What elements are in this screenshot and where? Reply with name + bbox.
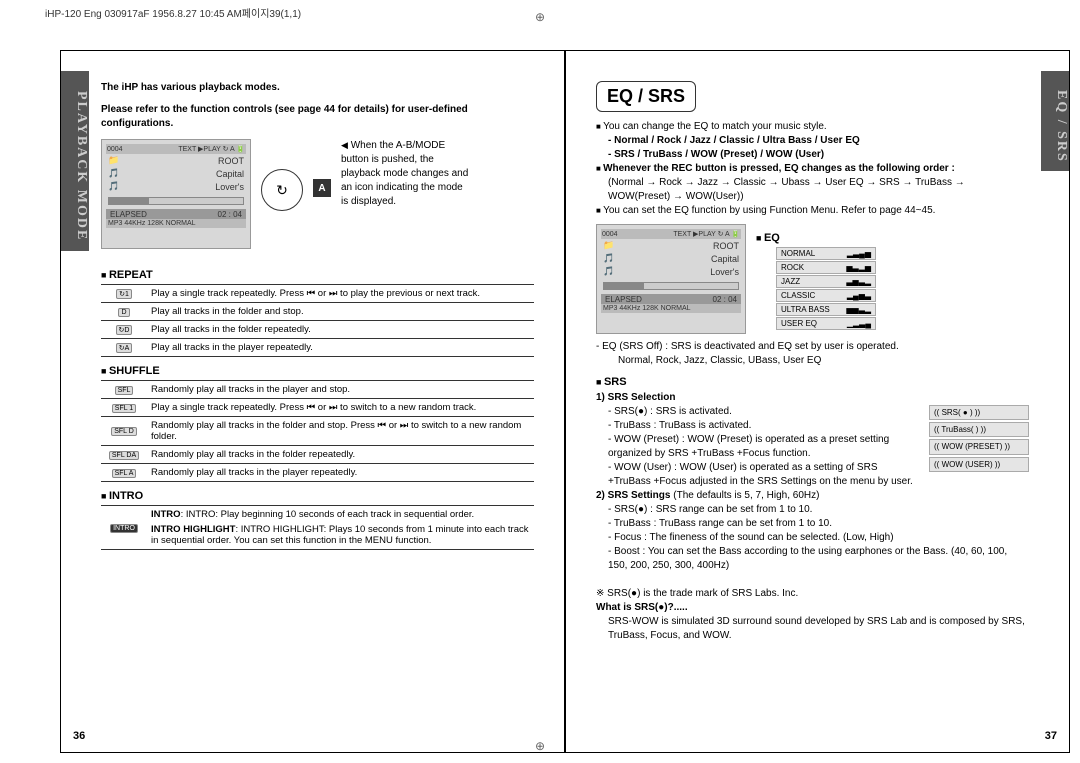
page-number-left: 36 — [73, 730, 85, 742]
table-row: SFL DARandomly play all tracks in the fo… — [101, 446, 534, 464]
mode-dial-icon: ↻ — [261, 169, 303, 211]
page-left: PLAYBACK MODE The iHP has various playba… — [60, 50, 565, 753]
crop-mark-top: ⊕ — [535, 10, 545, 24]
eq-heading: EQ — [756, 232, 1029, 244]
shuffle-heading: SHUFFLE — [101, 365, 534, 377]
eq-off-list: Normal, Rock, Jazz, Classic, UBass, User… — [596, 354, 1029, 368]
document-header-meta: iHP-120 Eng 030917aF 1956.8.27 10:45 AM페… — [45, 5, 301, 20]
bullet-sub: - Normal / Rock / Jazz / Classic / Ultra… — [596, 134, 1029, 148]
shuffle-table: SFLRandomly play all tracks in the playe… — [101, 380, 534, 482]
srs-preset-list: (( SRS( ● ) )) (( TruBass( ) )) (( WOW (… — [929, 405, 1029, 474]
bullet-sub: (Normal → Rock → Jazz → Classic → Ubass … — [596, 176, 1029, 204]
intro-heading: INTRO — [101, 490, 534, 502]
repeat-heading: REPEAT — [101, 269, 534, 281]
bullet-line: You can set the EQ function by using Fun… — [596, 204, 1029, 218]
table-row: SFL 1Play a single track repeatedly. Pre… — [101, 399, 534, 417]
intro-line-2: Please refer to the function controls (s… — [101, 103, 534, 131]
eq-preset-list: NORMAL▂▃▄▅ ROCK▅▃▂▅ JAZZ▃▅▃▂ CLASSIC▂▄▅▃… — [776, 247, 876, 331]
table-row: ↻DPlay all tracks in the folder repeated… — [101, 321, 534, 339]
srs-heading: SRS — [596, 376, 1029, 388]
device-screen-left: 0004TEXT ▶PLAY ↻ A 🔋 📁 ROOT 🎵 Capital 🎵 … — [101, 139, 251, 249]
intro-table: INTRO INTRO: INTRO: Play beginning 10 se… — [101, 505, 534, 550]
mode-description: ◀ When the A-B/MODE button is pushed, th… — [341, 139, 471, 209]
srs-trademark: ※ SRS(●) is the trade mark of SRS Labs. … — [596, 587, 1029, 601]
srs-settings-head: 2) SRS Settings — [596, 490, 670, 501]
page-right: EQ / SRS EQ / SRS You can change the EQ … — [565, 50, 1070, 753]
page-number-right: 37 — [1045, 730, 1057, 742]
what-is-srs-head: What is SRS(●)?..... — [596, 601, 1029, 615]
eq-off-text: - EQ (SRS Off) : SRS is deactivated and … — [596, 340, 1029, 354]
mode-indicator-box: A — [313, 179, 331, 197]
bullet-sub: - SRS / TruBass / WOW (Preset) / WOW (Us… — [596, 148, 1029, 162]
srs-set-a: - SRS(●) : SRS range can be set from 1 t… — [596, 503, 1029, 517]
table-row: ↻APlay all tracks in the player repeated… — [101, 339, 534, 357]
page-title-right: EQ / SRS — [596, 81, 696, 112]
left-side-tab: PLAYBACK MODE — [61, 71, 89, 251]
device-screen-right: 0004TEXT ▶PLAY ↻ A 🔋 📁 ROOT 🎵 Capital 🎵 … — [596, 224, 746, 334]
srs-set-c: - Focus : The fineness of the sound can … — [596, 531, 1029, 545]
table-row: SFLRandomly play all tracks in the playe… — [101, 381, 534, 399]
page-spread: PLAYBACK MODE The iHP has various playba… — [60, 50, 1070, 753]
srs-set-b: - TruBass : TruBass range can be set fro… — [596, 517, 1029, 531]
table-row: SFL ARandomly play all tracks in the pla… — [101, 464, 534, 482]
what-is-srs-text: SRS-WOW is simulated 3D surround sound d… — [596, 615, 1029, 643]
table-row: DPlay all tracks in the folder and stop. — [101, 303, 534, 321]
srs-selection-head: 1) SRS Selection — [596, 391, 1029, 405]
table-row: SFL DRandomly play all tracks in the fol… — [101, 417, 534, 446]
intro-line-1: The iHP has various playback modes. — [101, 81, 534, 95]
table-row: ↻1Play a single track repeatedly. Press … — [101, 285, 534, 303]
right-side-tab: EQ / SRS — [1041, 71, 1069, 171]
srs-set-d: - Boost : You can set the Bass according… — [596, 545, 1029, 573]
table-row: INTRO INTRO: INTRO: Play beginning 10 se… — [101, 506, 534, 550]
repeat-table: ↻1Play a single track repeatedly. Press … — [101, 284, 534, 357]
bullet-line: Whenever the REC button is pressed, EQ c… — [596, 162, 1029, 176]
bullet-line: You can change the EQ to match your musi… — [596, 120, 1029, 134]
